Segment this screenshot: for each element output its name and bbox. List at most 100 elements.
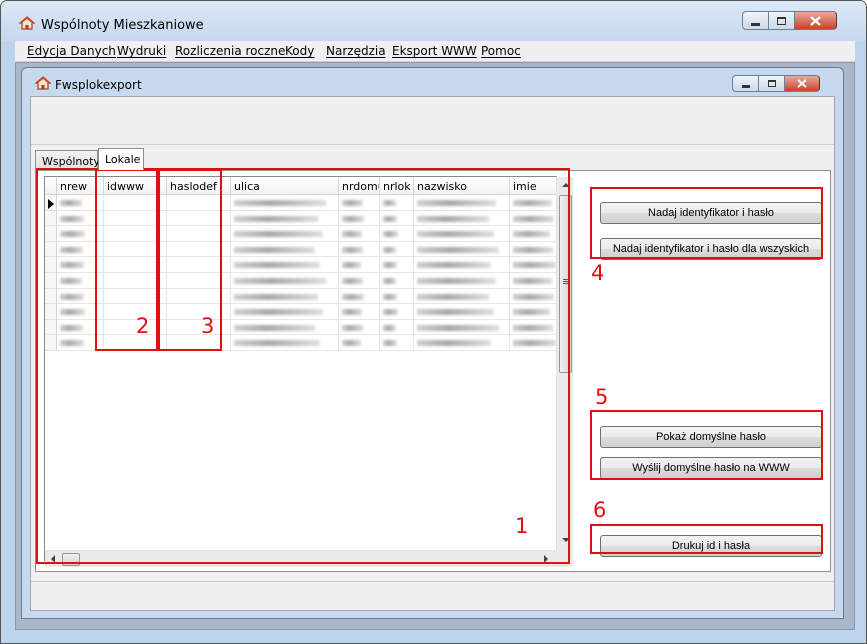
table-cell-nrdomu[interactable] bbox=[339, 304, 380, 320]
send-default-password-button[interactable]: Wyślij domyślne hasło na WWW bbox=[600, 457, 822, 479]
table-cell-haslodef[interactable] bbox=[167, 257, 231, 273]
table-cell-nazwisko[interactable] bbox=[414, 226, 510, 242]
table-cell-nrlok[interactable] bbox=[380, 210, 414, 227]
table-cell-imie[interactable] bbox=[510, 211, 556, 227]
table-cell-nrlok[interactable] bbox=[380, 241, 414, 258]
assign-id-button[interactable]: Nadaj identyfikator i hasło bbox=[600, 202, 822, 224]
table-cell-nazwisko[interactable] bbox=[414, 241, 510, 258]
table-cell-haslodef[interactable] bbox=[167, 288, 231, 305]
column-header-ulica[interactable]: ulica bbox=[231, 177, 339, 195]
table-cell-nazwisko[interactable] bbox=[414, 335, 510, 351]
column-header-nrew[interactable]: nrew bbox=[57, 177, 104, 195]
menu-kody[interactable]: Kody bbox=[285, 44, 314, 58]
table-cell-nazwisko[interactable] bbox=[414, 257, 510, 273]
table-cell-nrlok[interactable] bbox=[380, 304, 414, 320]
scroll-left-icon[interactable] bbox=[51, 555, 55, 563]
table-cell-nrew[interactable] bbox=[57, 319, 104, 336]
row-header[interactable] bbox=[45, 257, 57, 273]
table-cell-nazwisko[interactable] bbox=[414, 319, 510, 336]
table-cell-ulica[interactable] bbox=[231, 319, 339, 336]
maximize-button[interactable] bbox=[768, 11, 794, 30]
horizontal-scroll-thumb[interactable] bbox=[62, 553, 80, 566]
table-cell-nrew[interactable] bbox=[57, 273, 104, 289]
column-header-imie[interactable]: imie bbox=[510, 177, 556, 195]
table-cell-idwww[interactable] bbox=[104, 210, 167, 227]
vertical-scrollbar[interactable] bbox=[556, 177, 573, 550]
row-header[interactable] bbox=[45, 335, 57, 351]
table-cell-imie[interactable] bbox=[510, 335, 556, 351]
inner-close-button[interactable] bbox=[784, 75, 820, 92]
table-cell-nrlok[interactable] bbox=[380, 335, 414, 351]
row-header[interactable] bbox=[45, 226, 57, 242]
inner-minimize-button[interactable] bbox=[732, 75, 758, 92]
table-cell-imie[interactable] bbox=[510, 226, 556, 242]
table-cell-nazwisko[interactable] bbox=[414, 210, 510, 227]
table-cell-nrlok[interactable] bbox=[380, 288, 414, 305]
close-button[interactable] bbox=[794, 11, 837, 30]
data-grid[interactable]: nrewidwwwhaslodefulicanrdomunrloknazwisk… bbox=[44, 176, 573, 567]
table-cell-haslodef[interactable] bbox=[167, 335, 231, 351]
table-cell-imie[interactable] bbox=[510, 289, 556, 305]
table-cell-nrew[interactable] bbox=[57, 195, 104, 211]
table-cell-nrlok[interactable] bbox=[380, 273, 414, 289]
table-cell-ulica[interactable] bbox=[231, 210, 339, 227]
table-cell-nazwisko[interactable] bbox=[414, 288, 510, 305]
table-cell-nazwisko[interactable] bbox=[414, 304, 510, 320]
table-cell-ulica[interactable] bbox=[231, 335, 339, 351]
row-header[interactable] bbox=[45, 319, 57, 336]
table-cell-ulica[interactable] bbox=[231, 304, 339, 320]
table-cell-haslodef[interactable] bbox=[167, 210, 231, 227]
table-cell-nrlok[interactable] bbox=[380, 257, 414, 273]
outer-title-bar[interactable]: Wspólnoty Mieszkaniowe bbox=[1, 1, 866, 41]
table-cell-haslodef[interactable] bbox=[167, 195, 231, 211]
table-cell-idwww[interactable] bbox=[104, 226, 167, 242]
column-header-nrdomu[interactable]: nrdomu bbox=[339, 177, 380, 195]
horizontal-scrollbar[interactable] bbox=[45, 550, 556, 567]
column-header-idwww[interactable]: idwww bbox=[104, 177, 167, 195]
table-cell-nrdomu[interactable] bbox=[339, 195, 380, 211]
table-cell-haslodef[interactable] bbox=[167, 241, 231, 258]
table-cell-imie[interactable] bbox=[510, 257, 556, 273]
inner-title-bar[interactable]: Fwsplokexport bbox=[22, 68, 843, 96]
menu-edycja-danych[interactable]: Edycja Danych bbox=[27, 44, 116, 58]
table-cell-haslodef[interactable] bbox=[167, 319, 231, 336]
table-cell-ulica[interactable] bbox=[231, 257, 339, 273]
column-header-haslodef[interactable]: haslodef bbox=[167, 177, 231, 195]
menu-rozliczenia-roczne[interactable]: Rozliczenia roczne bbox=[175, 44, 285, 58]
table-cell-nrdomu[interactable] bbox=[339, 335, 380, 351]
table-cell-ulica[interactable] bbox=[231, 226, 339, 242]
table-cell-nazwisko[interactable] bbox=[414, 195, 510, 211]
row-header[interactable] bbox=[45, 195, 57, 211]
table-cell-nrdomu[interactable] bbox=[339, 319, 380, 336]
table-cell-imie[interactable] bbox=[510, 195, 556, 211]
table-cell-nrew[interactable] bbox=[57, 288, 104, 305]
tab-wspolnoty[interactable]: Wspólnoty bbox=[35, 150, 100, 170]
column-header-nazwisko[interactable]: nazwisko bbox=[414, 177, 510, 195]
table-cell-ulica[interactable] bbox=[231, 195, 339, 211]
scroll-down-icon[interactable] bbox=[562, 538, 570, 542]
table-cell-ulica[interactable] bbox=[231, 241, 339, 258]
vertical-scroll-thumb[interactable] bbox=[559, 195, 572, 373]
table-cell-idwww[interactable] bbox=[104, 195, 167, 211]
menu-eksport-www[interactable]: Eksport WWW bbox=[392, 44, 477, 58]
assign-id-all-button[interactable]: Nadaj identyfikator i hasło dla wszyskic… bbox=[600, 238, 822, 260]
table-cell-nrew[interactable] bbox=[57, 226, 104, 242]
table-cell-nrew[interactable] bbox=[57, 335, 104, 351]
print-ids-button[interactable]: Drukuj id i hasła bbox=[600, 535, 822, 557]
table-cell-imie[interactable] bbox=[510, 273, 556, 289]
show-default-password-button[interactable]: Pokaż domyślne hasło bbox=[600, 426, 822, 448]
table-cell-idwww[interactable] bbox=[104, 273, 167, 289]
table-cell-nrdomu[interactable] bbox=[339, 226, 380, 242]
table-cell-nazwisko[interactable] bbox=[414, 273, 510, 289]
row-header[interactable] bbox=[45, 210, 57, 227]
row-header[interactable] bbox=[45, 288, 57, 305]
menu-wydruki[interactable]: Wydruki bbox=[117, 44, 166, 58]
table-cell-nrlok[interactable] bbox=[380, 195, 414, 211]
table-cell-nrdomu[interactable] bbox=[339, 241, 380, 258]
minimize-button[interactable] bbox=[742, 11, 768, 30]
tab-lokale[interactable]: Lokale bbox=[98, 148, 144, 170]
column-header-nrlok[interactable]: nrlok bbox=[380, 177, 414, 195]
table-cell-haslodef[interactable] bbox=[167, 304, 231, 320]
table-cell-idwww[interactable] bbox=[104, 241, 167, 258]
inner-maximize-button[interactable] bbox=[758, 75, 784, 92]
